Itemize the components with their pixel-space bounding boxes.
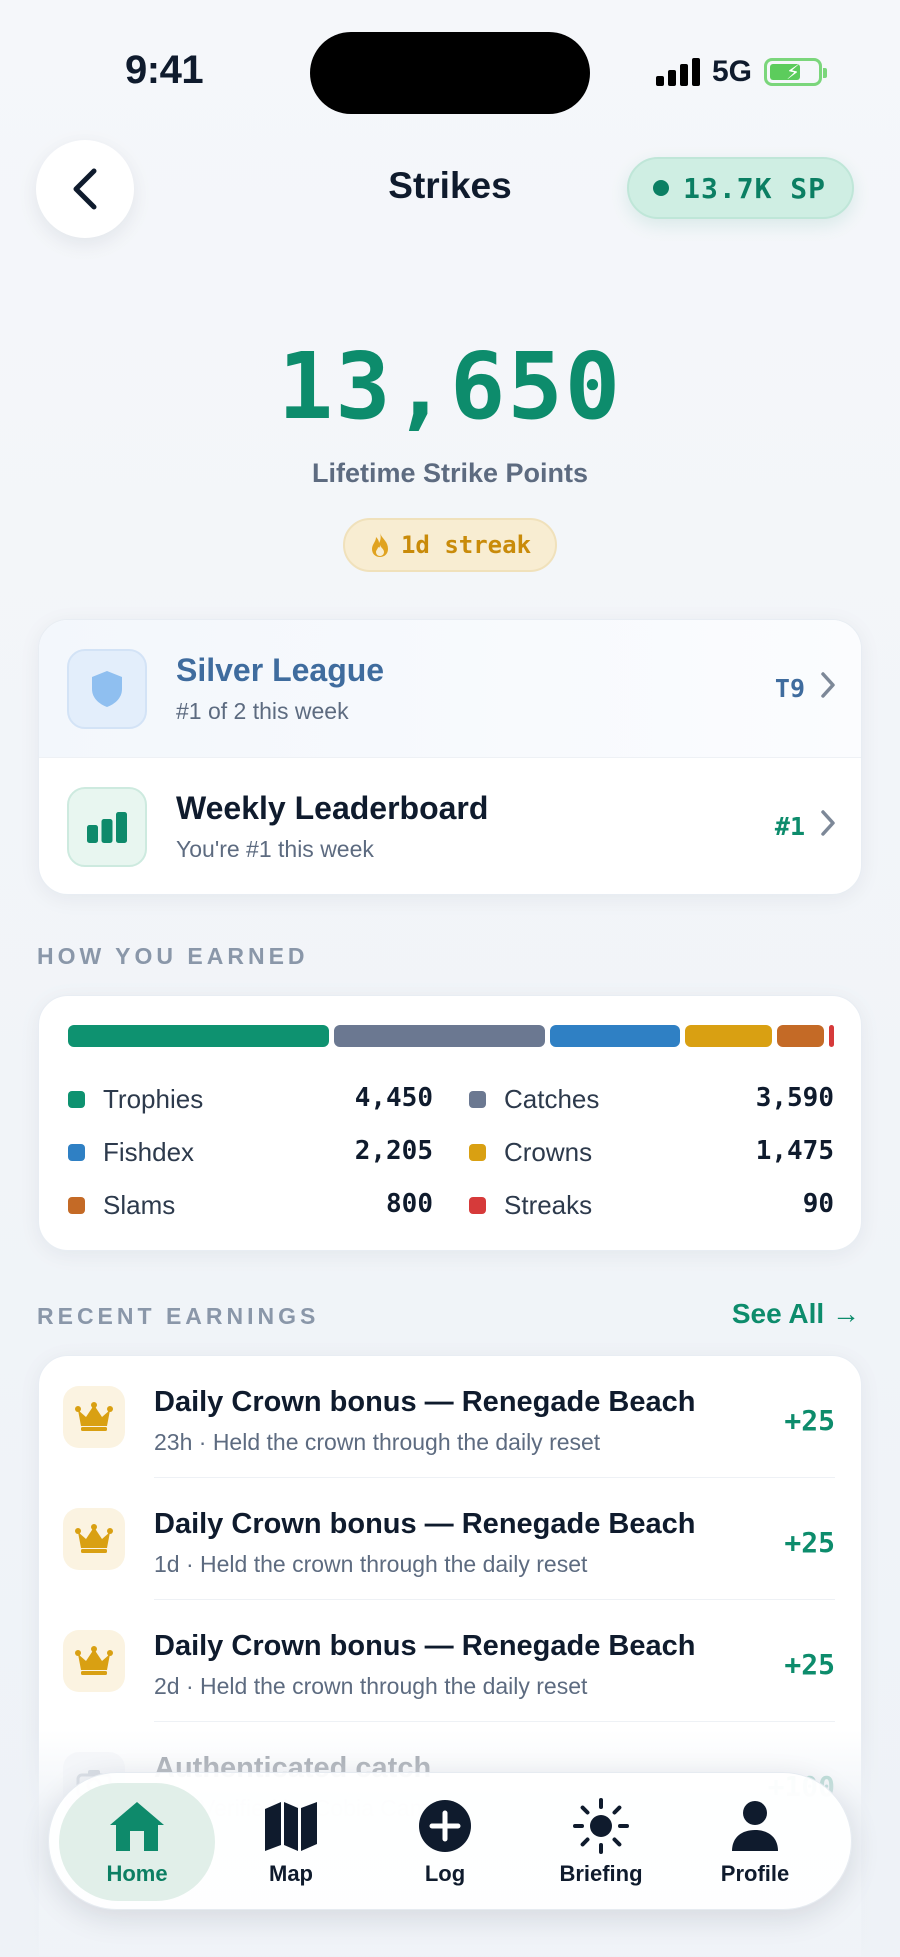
chevron-right-icon xyxy=(821,672,835,698)
crown-icon xyxy=(75,1402,113,1432)
dynamic-island xyxy=(310,32,590,114)
recent-item-icon xyxy=(63,1386,125,1448)
tab-label: Map xyxy=(269,1861,313,1886)
see-all-link[interactable]: See All → xyxy=(732,1298,860,1330)
tab-label: Profile xyxy=(720,1861,790,1886)
legend-item-catches: Catches xyxy=(469,1079,599,1119)
bar-segment-slams xyxy=(776,1025,824,1047)
tab-bar: Home Map Log Briefing Profile xyxy=(48,1772,852,1910)
recent-item-subtitle: 1d · Held the crown through the daily re… xyxy=(154,1551,588,1577)
sun-icon xyxy=(572,1797,630,1855)
weekly-leaderboard-row[interactable]: Weekly Leaderboard You're #1 this week #… xyxy=(39,758,861,894)
legend-swatch xyxy=(469,1143,486,1161)
league-title: Silver League xyxy=(176,652,385,688)
plus-circle-icon xyxy=(418,1797,472,1855)
legend-item-fishdex: Fishdex xyxy=(68,1132,194,1172)
tab-label: Log xyxy=(424,1861,466,1886)
legend-name: Slams xyxy=(103,1189,176,1220)
bar-segment-trophies xyxy=(68,1025,330,1047)
crown-icon xyxy=(75,1646,113,1676)
legend-name: Streaks xyxy=(504,1189,593,1220)
tab-home[interactable]: Home xyxy=(59,1783,215,1901)
legend-value: 1,475 xyxy=(755,1136,834,1166)
legend-swatch xyxy=(68,1090,85,1108)
recent-item-title: Daily Crown bonus — Renegade Beach xyxy=(154,1386,696,1418)
recent-item-title: Daily Crown bonus — Renegade Beach xyxy=(154,1508,696,1540)
tab-map[interactable]: Map xyxy=(213,1783,369,1901)
map-icon xyxy=(263,1797,319,1855)
sp-badge[interactable]: 13.7K SP xyxy=(627,157,854,219)
signal-icon xyxy=(655,58,700,86)
tab-profile[interactable]: Profile xyxy=(677,1783,833,1901)
legend-name: Crowns xyxy=(504,1136,593,1167)
league-tier: T9 xyxy=(774,674,805,703)
legend-item-trophies: Trophies xyxy=(68,1079,203,1119)
network-label: 5G xyxy=(711,55,752,88)
recent-item-points: +25 xyxy=(784,1648,835,1681)
lifetime-points-label: Lifetime Strike Points xyxy=(311,458,589,488)
legend-name: Catches xyxy=(504,1083,600,1114)
recent-earnings-label: RECENT EARNINGS xyxy=(37,1303,320,1329)
legend-value: 4,450 xyxy=(354,1083,433,1113)
silver-league-row[interactable]: Silver League #1 of 2 this week T9 xyxy=(39,620,861,758)
recent-item-icon xyxy=(63,1508,125,1570)
sp-badge-label: 13.7K SP xyxy=(683,171,826,205)
legend-swatch xyxy=(469,1196,486,1214)
league-subtitle: #1 of 2 this week xyxy=(176,698,349,724)
legend-name: Fishdex xyxy=(103,1136,195,1167)
recent-item-icon xyxy=(63,1630,125,1692)
legend-swatch xyxy=(68,1143,85,1161)
leaderboard-badge xyxy=(67,787,147,867)
legend-value: 2,205 xyxy=(354,1136,433,1166)
legend-name: Trophies xyxy=(103,1083,204,1114)
streak-label: 1d streak xyxy=(400,531,532,559)
crown-icon xyxy=(75,1524,113,1554)
recent-earning-item[interactable]: Daily Crown bonus — Renegade Beach 2d · H… xyxy=(39,1600,861,1722)
battery-icon: ⚡ xyxy=(764,58,827,86)
leaderboard-title: Weekly Leaderboard xyxy=(176,790,489,826)
recent-item-subtitle: 2d · Held the crown through the daily re… xyxy=(154,1673,588,1699)
bar-segment-streaks xyxy=(828,1025,834,1047)
bar-segment-catches xyxy=(334,1025,546,1047)
home-icon xyxy=(106,1797,168,1855)
legend-value: 800 xyxy=(386,1189,433,1219)
earnings-breakdown-card: Trophies 4,450 Catches 3,590 Fishdex 2,205 Cro… xyxy=(38,995,862,1251)
leaderboard-subtitle: You're #1 this week xyxy=(176,836,374,862)
legend-item-slams: Slams xyxy=(68,1185,175,1225)
league-card: Silver League #1 of 2 this week T9 Weekl… xyxy=(38,619,862,895)
status-time: 9:41 xyxy=(125,48,204,92)
recent-item-points: +25 xyxy=(784,1526,835,1559)
legend-value: 3,590 xyxy=(755,1083,834,1113)
tab-briefing[interactable]: Briefing xyxy=(523,1783,679,1901)
recent-item-subtitle: 23h · Held the crown through the daily r… xyxy=(154,1429,601,1455)
bar-segment-crowns xyxy=(685,1025,772,1047)
leaderboard-rank: #1 xyxy=(774,812,805,841)
legend-item-streaks: Streaks xyxy=(469,1185,592,1225)
lifetime-points-value: 13,650 xyxy=(277,333,623,440)
person-icon xyxy=(730,1797,780,1855)
legend-swatch xyxy=(68,1196,85,1214)
earnings-bar xyxy=(68,1025,834,1047)
status-indicators: 5G ⚡ xyxy=(655,55,827,89)
tab-log[interactable]: Log xyxy=(367,1783,523,1901)
how-you-earned-label: HOW YOU EARNED xyxy=(37,943,309,969)
bar-segment-fishdex xyxy=(550,1025,680,1047)
recent-earning-item[interactable]: Daily Crown bonus — Renegade Beach 1d · H… xyxy=(39,1478,861,1600)
legend-value: 90 xyxy=(802,1189,834,1219)
tab-label: Briefing xyxy=(559,1861,643,1886)
legend-swatch xyxy=(469,1090,486,1108)
recent-item-points: +25 xyxy=(784,1404,835,1437)
shield-icon xyxy=(92,670,122,707)
bar-chart-icon xyxy=(87,812,127,843)
legend-item-crowns: Crowns xyxy=(469,1132,592,1172)
chevron-right-icon xyxy=(821,810,835,836)
status-bar: 9:41 5G ⚡ xyxy=(0,0,900,140)
flame-icon xyxy=(371,533,388,557)
recent-earning-item[interactable]: Daily Crown bonus — Renegade Beach 23h · … xyxy=(39,1356,861,1478)
streak-badge: 1d streak xyxy=(343,518,557,572)
tab-label: Home xyxy=(106,1861,168,1886)
recent-item-title: Daily Crown bonus — Renegade Beach xyxy=(154,1630,696,1662)
league-badge xyxy=(67,648,147,729)
sp-dot-icon xyxy=(653,180,670,196)
